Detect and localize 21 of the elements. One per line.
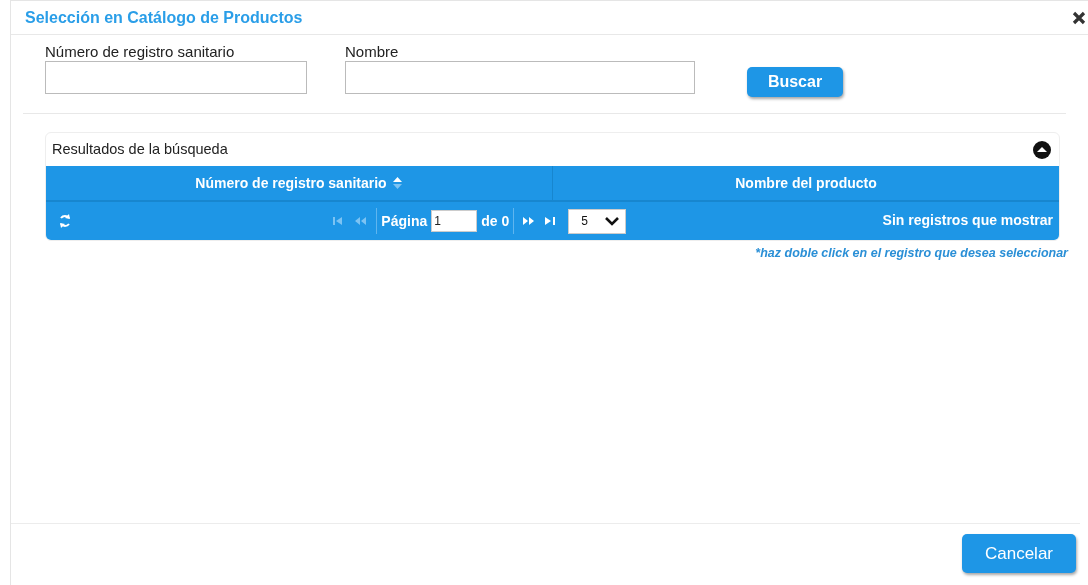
chevron-down-icon: [605, 216, 620, 226]
text-field[interactable]: [45, 61, 307, 94]
panel-title: Resultados de la búsqueda: [52, 139, 228, 159]
text-field[interactable]: [345, 61, 695, 94]
column-header[interactable]: Nombre del producto: [552, 166, 1059, 200]
pager-status: Sin registros que mostrar: [882, 211, 1053, 230]
close-icon[interactable]: [1070, 10, 1088, 25]
dialog-title: Selección en Catálogo de Productos: [25, 7, 303, 28]
refresh-icon[interactable]: [58, 213, 72, 229]
collapse-icon[interactable]: [1033, 140, 1051, 159]
search-button[interactable]: Buscar: [747, 67, 843, 97]
page-field[interactable]: 1: [431, 210, 478, 232]
cancel-button[interactable]: Cancelar: [962, 534, 1076, 573]
column-header[interactable]: Número de registro sanitario: [46, 166, 552, 200]
page-count: de 0: [481, 211, 510, 231]
field-label: Número de registro sanitario: [45, 43, 236, 61]
field-label: Nombre: [345, 43, 400, 61]
page-size-select[interactable]: 5: [568, 208, 627, 234]
hint-text: *haz doble click en el registro que desea seleccionar: [754, 245, 1068, 262]
page-label: Página: [381, 211, 428, 231]
sort-icon: [391, 176, 403, 190]
